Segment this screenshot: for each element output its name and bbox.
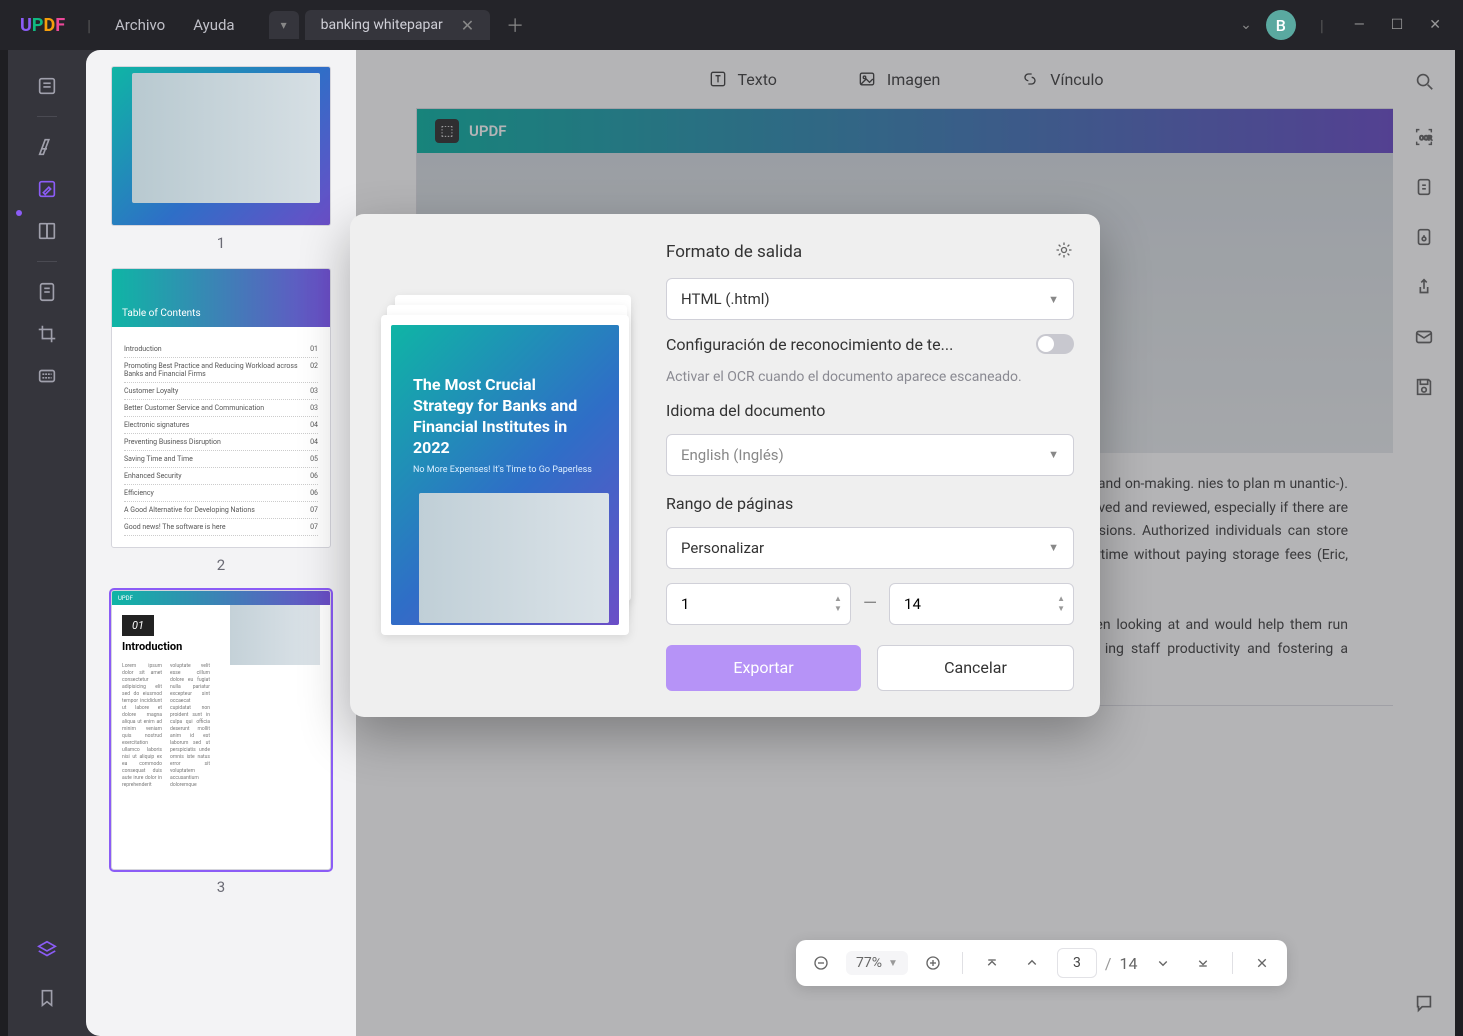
language-select[interactable]: English (Inglés)▼ — [666, 434, 1074, 476]
range-dash: — — [863, 593, 877, 614]
crop-icon[interactable] — [29, 316, 65, 352]
export-modal: The Most Crucial Strategy for Banks and … — [350, 214, 1100, 717]
titlebar: UPDF | Archivo Ayuda ▾ banking whitepapa… — [0, 0, 1463, 50]
gear-icon[interactable] — [1054, 240, 1074, 264]
bookmark-icon[interactable] — [29, 980, 65, 1016]
maximize-icon[interactable]: ☐ — [1385, 17, 1410, 33]
link-tool[interactable]: Vínculo — [1020, 69, 1103, 89]
reader-icon[interactable] — [29, 68, 65, 104]
language-label: Idioma del documento — [666, 401, 1074, 420]
search-icon[interactable] — [1411, 68, 1437, 94]
range-from-input[interactable]: 1▲▼ — [666, 583, 851, 625]
left-rail — [8, 50, 86, 1036]
thumb-2[interactable]: Table of Contents Introduction01Promotin… — [98, 268, 344, 574]
close-icon[interactable]: ✕ — [461, 16, 474, 35]
step-up-icon[interactable]: ▲ — [1057, 594, 1065, 603]
zoom-dropdown[interactable]: 77%▼ — [846, 951, 908, 975]
tab-active[interactable]: banking whitepapar ✕ — [305, 10, 491, 40]
avatar[interactable]: B — [1266, 10, 1296, 40]
range-select[interactable]: Personalizar▼ — [666, 527, 1074, 569]
ocr-toggle[interactable] — [1036, 334, 1074, 354]
step-down-icon[interactable]: ▼ — [834, 604, 842, 613]
menu-file[interactable]: Archivo — [101, 16, 179, 34]
range-label: Rango de páginas — [666, 494, 1074, 513]
svg-text:OCR: OCR — [1419, 134, 1432, 142]
range-to-input[interactable]: 14▲▼ — [889, 583, 1074, 625]
thumb-num: 1 — [217, 234, 225, 252]
thumb-1[interactable]: 1 — [98, 66, 344, 252]
convert-icon[interactable] — [1411, 174, 1437, 200]
comment-icon[interactable] — [1411, 990, 1437, 1016]
thumb-num: 3 — [217, 878, 225, 896]
close-window-icon[interactable]: ✕ — [1423, 17, 1447, 33]
last-page-icon[interactable] — [1188, 948, 1218, 978]
modal-preview: The Most Crucial Strategy for Banks and … — [376, 240, 636, 691]
output-format-label: Formato de salida — [666, 242, 802, 262]
prev-page-icon[interactable] — [1017, 948, 1047, 978]
first-page-icon[interactable] — [977, 948, 1007, 978]
text-tool[interactable]: Texto — [708, 69, 777, 89]
form-icon[interactable] — [29, 274, 65, 310]
ocr-icon[interactable]: OCR — [1411, 124, 1437, 150]
page-slash: / — [1105, 954, 1112, 973]
ocr-label: Configuración de reconocimiento de te... — [666, 335, 953, 354]
save-icon[interactable] — [1411, 374, 1437, 400]
share-icon[interactable] — [1411, 274, 1437, 300]
minimize-icon[interactable]: — — [1348, 17, 1371, 33]
menu-help[interactable]: Ayuda — [179, 16, 248, 34]
page-total: 14 — [1120, 954, 1138, 973]
step-up-icon[interactable]: ▲ — [834, 594, 842, 603]
image-tool[interactable]: Imagen — [857, 69, 940, 89]
cancel-button[interactable]: Cancelar — [877, 645, 1074, 691]
right-rail: OCR — [1393, 50, 1455, 1036]
add-tab-icon[interactable]: ＋ — [506, 12, 524, 38]
page-input: / 14 — [1057, 948, 1138, 978]
active-indicator — [16, 210, 22, 216]
close-bar-icon[interactable] — [1247, 948, 1277, 978]
page-number-input[interactable] — [1057, 948, 1097, 978]
modal-form: Formato de salida HTML (.html)▼ Configur… — [666, 240, 1074, 691]
zoom-in-icon[interactable] — [918, 948, 948, 978]
page-bar: 77%▼ / 14 — [796, 940, 1287, 986]
format-select[interactable]: HTML (.html)▼ — [666, 278, 1074, 320]
divider: | — [1320, 16, 1324, 35]
zoom-out-icon[interactable] — [806, 948, 836, 978]
redact-icon[interactable] — [29, 358, 65, 394]
titlebar-right: ⌄ B | — ☐ ✕ — [1240, 10, 1455, 40]
annotate-icon[interactable] — [29, 129, 65, 165]
lock-icon[interactable] — [1411, 224, 1437, 250]
ocr-help: Activar el OCR cuando el documento apare… — [666, 368, 1074, 387]
thumb-num: 2 — [217, 556, 225, 574]
export-button[interactable]: Exportar — [666, 645, 861, 691]
pages-icon[interactable] — [29, 213, 65, 249]
app-logo: UPDF — [20, 15, 65, 36]
step-down-icon[interactable]: ▼ — [1057, 604, 1065, 613]
next-page-icon[interactable] — [1148, 948, 1178, 978]
mail-icon[interactable] — [1411, 324, 1437, 350]
thumb-3[interactable]: UPDF 01 Introduction Lorem ipsum dolor s… — [98, 590, 344, 896]
layers-icon[interactable] — [29, 932, 65, 968]
doc-toolbar: Texto Imagen Vínculo — [356, 50, 1455, 108]
divider: | — [87, 16, 91, 35]
edit-icon[interactable] — [29, 171, 65, 207]
tab-bar: ▾ banking whitepapar ✕ ＋ — [269, 10, 525, 40]
tab-title: banking whitepapar — [321, 17, 443, 33]
home-tab[interactable]: ▾ — [269, 11, 299, 39]
chevron-down-icon[interactable]: ⌄ — [1240, 17, 1252, 33]
thumbnail-panel: 1 Table of Contents Introduction01Promot… — [86, 50, 356, 1036]
